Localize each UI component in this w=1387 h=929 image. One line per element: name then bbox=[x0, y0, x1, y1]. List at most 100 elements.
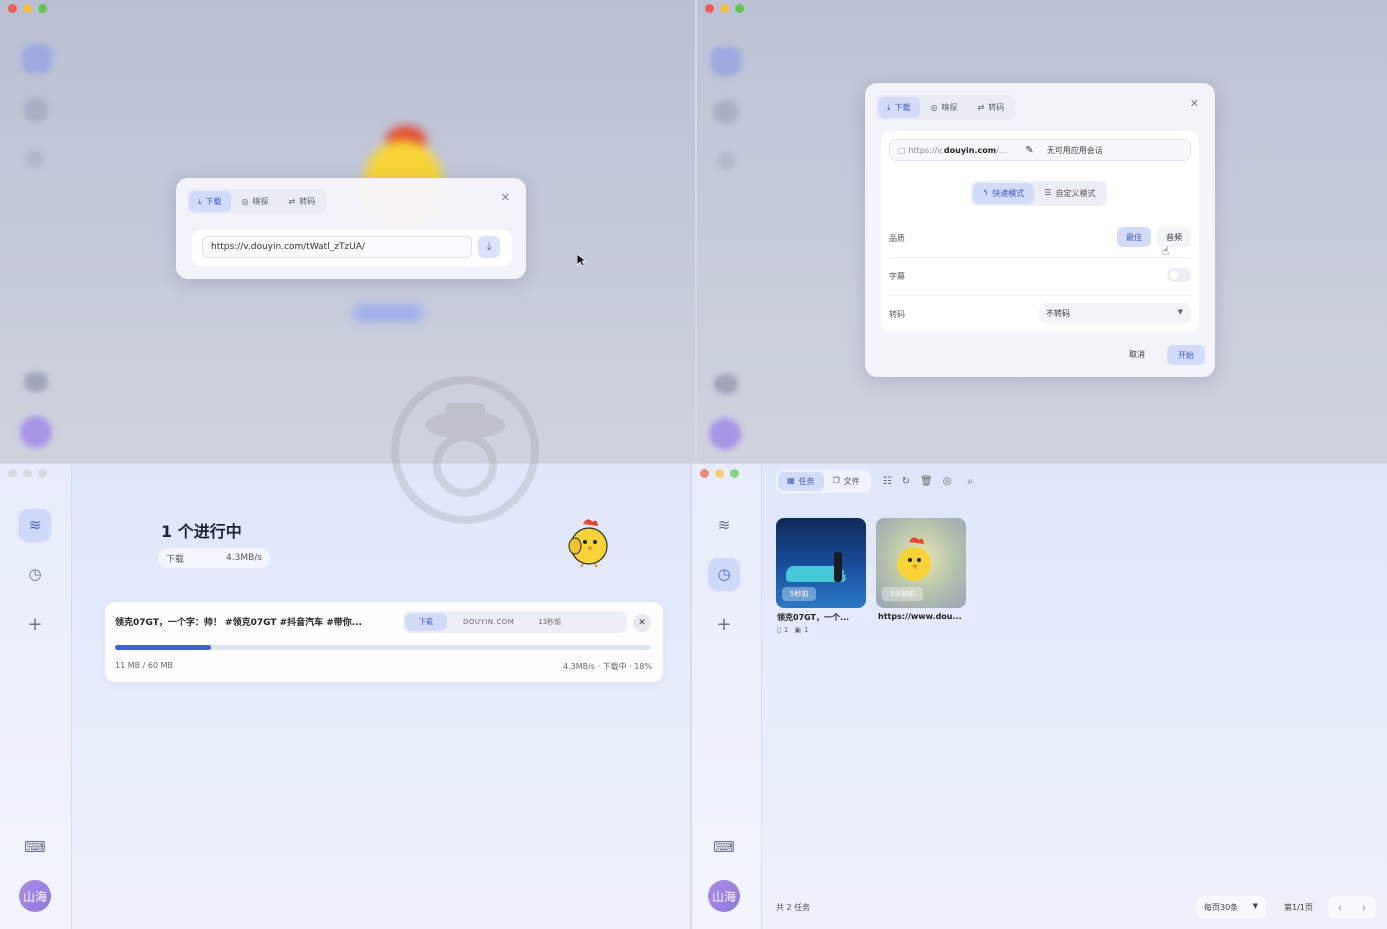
window-controls bbox=[8, 4, 47, 13]
window-options-dialog: ⤓ 下载 ◎ 嗅探 ⇄ 转码 ✕ ▢ https://v. douyin.com/...… bbox=[697, 0, 1387, 463]
edit-pencil-icon[interactable]: ✎ bbox=[1025, 145, 1033, 156]
task-tags: 下载 DOUYIN.COM 13秒前 bbox=[403, 611, 627, 633]
filter-icon[interactable]: ☷ bbox=[883, 476, 892, 487]
tab-download[interactable]: ⤓ 下载 bbox=[878, 97, 920, 118]
card-title: https://www.dou... bbox=[878, 612, 962, 621]
task-size: 11 MB / 60 MB bbox=[115, 661, 174, 670]
sidebar-item-keyboard[interactable]: ⌨ bbox=[19, 831, 51, 863]
transcode-label: 转码 bbox=[889, 310, 905, 319]
chevron-left-icon[interactable]: ‹ bbox=[1338, 901, 1342, 914]
task-title: 领克07GT，一个字：帅！ #领克07GT #抖音汽车 #带你... bbox=[115, 618, 363, 628]
sidebar-item-tasks[interactable]: ≋ bbox=[19, 509, 51, 541]
sidebar-keyboard-icon bbox=[714, 374, 738, 394]
download-icon: ⤓ bbox=[198, 196, 202, 206]
task-thumbnail[interactable]: 5秒前 bbox=[776, 518, 866, 608]
pagination: ‹ › bbox=[1328, 896, 1376, 918]
sidebar: ≋ ◷ + ⌨ 山海 bbox=[0, 464, 72, 929]
zoom-window-button[interactable] bbox=[735, 4, 744, 13]
task-card[interactable]: 领克07GT，一个字：帅！ #领克07GT #抖音汽车 #带你... 下载 DO… bbox=[105, 602, 663, 682]
modal-tabs: ⤓ 下载 ◎ 嗅探 ⇄ 转码 bbox=[876, 95, 1016, 120]
avatar bbox=[709, 418, 741, 450]
cancel-task-button[interactable]: ✕ bbox=[633, 614, 651, 632]
per-page-select[interactable]: 每页30条 ▼ bbox=[1196, 896, 1266, 918]
sidebar-item-add[interactable]: + bbox=[19, 608, 51, 640]
grid-icon: ▦ bbox=[787, 476, 795, 485]
chevron-right-icon[interactable]: › bbox=[1362, 901, 1366, 914]
image-icon: ▣ bbox=[794, 626, 801, 634]
card-time-badge: 5秒前 bbox=[782, 587, 817, 601]
window-downloading: ≋ ◷ + ⌨ 山海 1 个进行中 下载 4.3MB/s 领克07GT，一个字：… bbox=[0, 464, 690, 929]
cancel-button[interactable]: 取消 bbox=[1129, 349, 1145, 360]
progress-fill bbox=[115, 645, 212, 650]
subtitle-toggle[interactable] bbox=[1167, 268, 1191, 282]
minimize-window-button[interactable] bbox=[720, 4, 729, 13]
zoom-window-button[interactable] bbox=[38, 4, 47, 13]
avatar[interactable]: 山海 bbox=[19, 880, 51, 912]
task-thumbnail[interactable]: 1分钟前 bbox=[876, 518, 966, 608]
waves-icon: ≋ bbox=[28, 516, 42, 534]
sidebar-item-tasks[interactable]: ≋ bbox=[708, 509, 740, 541]
url-display[interactable]: ▢ https://v. douyin.com/... ✎ 无可用应用会话 bbox=[889, 139, 1191, 161]
divider bbox=[889, 257, 1191, 258]
sidebar-item-done[interactable]: ◷ bbox=[19, 558, 51, 590]
avatar[interactable]: 山海 bbox=[708, 880, 740, 912]
page-info: 第1/1页 bbox=[1284, 903, 1313, 912]
mouse-cursor-icon bbox=[576, 252, 588, 271]
files-icon: ❐ bbox=[832, 476, 840, 485]
toggle-knob bbox=[1169, 270, 1179, 280]
refresh-icon[interactable]: ↻ bbox=[902, 476, 910, 487]
sidebar-add-icon bbox=[26, 150, 44, 168]
quality-best-button[interactable]: 最佳 bbox=[1117, 227, 1151, 247]
mode-custom[interactable]: ☰ 自定义模式 bbox=[1034, 183, 1105, 204]
trash-icon[interactable]: 🗑 bbox=[920, 476, 933, 487]
tab-sniff[interactable]: ◎ 嗅探 bbox=[233, 191, 278, 212]
settings-panel: 品质 最佳 音频 字幕 转码 不转码 ▼ bbox=[881, 219, 1199, 333]
tab-download[interactable]: ⤓ 下载 bbox=[189, 191, 231, 212]
task-status: 4.3MB/s · 下载中 · 18% bbox=[562, 662, 652, 671]
submit-download-button[interactable]: ⤓ bbox=[478, 236, 500, 258]
blurred-button bbox=[352, 304, 424, 322]
modal-tabs: ⤓ 下载 ◎ 嗅探 ⇄ 转码 bbox=[187, 189, 327, 214]
mode-toggle: ϟ 快速模式 ☰ 自定义模式 bbox=[971, 181, 1108, 206]
tab-sniff[interactable]: ◎ 嗅探 bbox=[922, 97, 967, 118]
close-window-button[interactable] bbox=[8, 4, 17, 13]
search-icon[interactable]: ⌕ bbox=[968, 476, 974, 487]
quality-label: 品质 bbox=[889, 234, 905, 243]
sidebar: ≋ ◷ + ⌨ 山海 bbox=[692, 464, 762, 929]
start-button[interactable]: 开始 bbox=[1167, 345, 1205, 365]
transcode-select[interactable]: 不转码 ▼ bbox=[1039, 303, 1191, 323]
sidebar-item-add[interactable]: + bbox=[708, 608, 740, 640]
tab-transcode[interactable]: ⇄ 转码 bbox=[969, 97, 1014, 118]
close-icon[interactable]: ✕ bbox=[1190, 97, 1199, 110]
download-icon: ⤓ bbox=[887, 102, 891, 112]
card-time-badge: 1分钟前 bbox=[882, 587, 924, 601]
sidebar-done-icon bbox=[714, 100, 738, 124]
check-circle-icon[interactable]: ◎ bbox=[943, 476, 952, 487]
waves-icon: ≋ bbox=[717, 516, 731, 534]
page-title: 1 个进行中 bbox=[161, 522, 242, 541]
tab-files[interactable]: ❐ 文件 bbox=[824, 472, 869, 491]
window-task-list: ≋ ◷ + ⌨ 山海 ▦ 任务 ❐ 文件 ☷ ↻ 🗑 ◎ ⌕ 5秒前 领克07GT，… bbox=[692, 464, 1387, 929]
minimize-window-button[interactable] bbox=[23, 4, 32, 13]
tab-tasks[interactable]: ▦ 任务 bbox=[778, 472, 824, 491]
sidebar-done-icon bbox=[24, 98, 48, 122]
keyboard-icon: ⌨ bbox=[24, 838, 46, 856]
screenshot-collage: ⤓ 下载 ◎ 嗅探 ⇄ 转码 ✕ https://v.douyin.com/tWatl… bbox=[0, 0, 1387, 929]
hand-cursor-icon: ☝ bbox=[840, 568, 847, 581]
tab-transcode[interactable]: ⇄ 转码 bbox=[280, 191, 325, 212]
toolbar: ▦ 任务 ❐ 文件 ☷ ↻ 🗑 ◎ ⌕ bbox=[776, 470, 973, 493]
sidebar-tasks-icon bbox=[22, 44, 52, 74]
subtitle-label: 字幕 bbox=[889, 272, 905, 281]
progress-track bbox=[115, 645, 651, 650]
sidebar-add-icon bbox=[717, 152, 735, 170]
transcode-icon: ⇄ bbox=[977, 103, 985, 112]
close-window-button[interactable] bbox=[705, 4, 714, 13]
total-count: 共 2 任务 bbox=[776, 903, 811, 912]
url-input[interactable]: https://v.douyin.com/tWatl_zTzUA/ bbox=[202, 236, 472, 258]
close-icon[interactable]: ✕ bbox=[501, 191, 510, 204]
chevron-down-icon: ▼ bbox=[1252, 902, 1258, 910]
sidebar-item-keyboard[interactable]: ⌨ bbox=[708, 831, 740, 863]
sidebar-item-done[interactable]: ◷ bbox=[708, 558, 740, 590]
mode-fast[interactable]: ϟ 快速模式 bbox=[973, 183, 1035, 204]
mascot-chick-icon bbox=[565, 516, 611, 572]
